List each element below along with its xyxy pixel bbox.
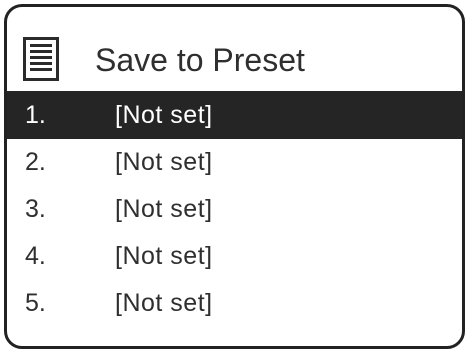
preset-value: [Not set] [115, 148, 213, 176]
preset-value: [Not set] [115, 101, 213, 129]
page-title: Save to Preset [95, 42, 305, 78]
preset-number: 5. [25, 289, 46, 317]
preset-item-1[interactable]: 1. [Not set] [7, 91, 462, 139]
dialog-header: Save to Preset [7, 7, 462, 89]
preset-value: [Not set] [115, 289, 213, 317]
menu-list-icon [23, 37, 59, 81]
preset-value: [Not set] [115, 242, 213, 270]
preset-number: 2. [25, 148, 46, 176]
preset-item-3[interactable]: 3. [Not set] [7, 186, 462, 233]
preset-item-2[interactable]: 2. [Not set] [7, 139, 462, 186]
preset-number: 1. [25, 101, 46, 129]
preset-item-5[interactable]: 5. [Not set] [7, 280, 462, 327]
preset-number: 4. [25, 242, 46, 270]
preset-value: [Not set] [115, 195, 213, 223]
preset-dialog: Save to Preset 1. [Not set] 2. [Not set]… [4, 4, 465, 349]
preset-list: 1. [Not set] 2. [Not set] 3. [Not set] 4… [7, 91, 462, 327]
preset-number: 3. [25, 195, 46, 223]
preset-item-4[interactable]: 4. [Not set] [7, 233, 462, 280]
